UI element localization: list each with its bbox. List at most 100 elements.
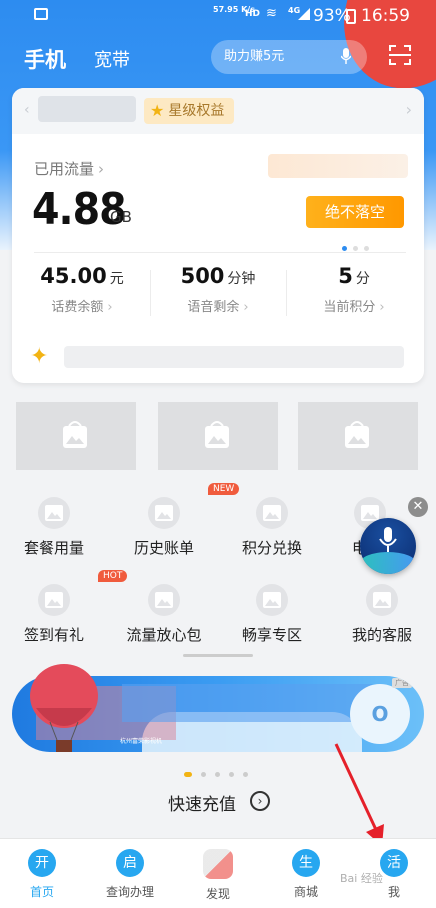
stat-value: 500 — [180, 264, 225, 288]
stat-label: 话费余额 — [51, 300, 104, 315]
quick-recharge-link[interactable]: 快速充值 — [168, 790, 236, 815]
chevron-right-circle-icon[interactable]: › — [250, 791, 270, 811]
tab-broadband[interactable]: 宽带 — [94, 46, 130, 72]
blurred-info — [268, 154, 408, 178]
image-placeholder-icon — [38, 497, 70, 529]
search-placeholder: 助力赚5元 — [224, 49, 285, 64]
chevron-right-icon: › — [98, 160, 105, 178]
microphone-icon[interactable] — [341, 48, 351, 64]
pager-dot — [215, 772, 220, 777]
image-placeholder-icon: NEW — [148, 483, 240, 529]
image-placeholder-icon — [345, 421, 369, 448]
clock: 16:59 — [361, 6, 410, 26]
account-card: ‹ ★ 星级权益 › 已用流量 › 4.88 GB 绝不落空 45.00 元 话费余… — [12, 88, 424, 383]
grid-package-usage[interactable]: 套餐用量 — [2, 497, 106, 558]
promo-button[interactable]: 绝不落空 — [306, 196, 404, 228]
blurred-info — [38, 96, 136, 122]
hot-air-balloon-icon — [30, 664, 98, 752]
status-bar: 57.95 K/s HD ≋ 4G 93% 16:59 — [0, 4, 436, 28]
stat-unit: 分 — [355, 271, 370, 287]
grid-label: 套餐用量 — [23, 539, 84, 557]
image-placeholder-icon: HOT — [38, 570, 128, 616]
grid-scroll-indicator — [183, 654, 253, 657]
sponsor-text: 杭州富荣影视机 — [120, 738, 163, 745]
card-topbar: ‹ ★ 星级权益 › — [12, 88, 424, 134]
grid-label: 我的客服 — [351, 626, 412, 644]
new-badge: NEW — [208, 483, 240, 495]
close-icon[interactable]: ✕ — [408, 497, 428, 517]
grid-enjoy-zone[interactable]: 畅享专区 — [220, 584, 324, 645]
annotation-arrow-icon — [334, 743, 384, 846]
gallery-icon — [34, 8, 48, 20]
grid-label: 积分兑换 — [241, 539, 302, 557]
image-placeholder-icon — [256, 584, 288, 616]
banner-placeholder[interactable] — [158, 402, 278, 470]
grid-label: 签到有礼 — [23, 626, 84, 644]
hd-indicator: HD — [245, 9, 261, 19]
grid-data-pack[interactable]: 流量放心包 — [112, 584, 216, 645]
chevron-right-icon: › — [243, 300, 249, 315]
nav-label: 发现 — [205, 887, 230, 901]
pager-dot — [353, 246, 358, 251]
stat-value: 5 — [338, 264, 353, 288]
data-used-unit: GB — [110, 208, 132, 226]
star-rights-label: 星级权益 — [168, 103, 225, 119]
data-used-label[interactable]: 已用流量 › — [34, 158, 104, 179]
ad-tag: 广告 — [392, 678, 412, 688]
announcement-icon: ✦ — [30, 344, 49, 369]
search-input[interactable]: 助力赚5元 — [211, 40, 367, 74]
battery-icon — [346, 9, 356, 24]
grid-points-exchange[interactable]: 积分兑换 — [220, 497, 324, 558]
blurred-info — [122, 684, 372, 722]
nav-discover[interactable]: 发现 — [178, 849, 258, 902]
pager-dot — [201, 772, 206, 777]
tab-phone[interactable]: 手机 — [24, 44, 66, 74]
scan-icon[interactable] — [388, 44, 412, 66]
chevron-right-icon: › — [379, 300, 385, 315]
stat-voice[interactable]: 500 分钟 语音剩余 › — [150, 264, 286, 315]
chevron-right-icon[interactable]: › — [406, 100, 412, 119]
grid-checkin[interactable]: HOT 签到有礼 — [2, 570, 128, 645]
data-used-text: 已用流量 — [34, 160, 95, 178]
divider — [34, 252, 406, 253]
image-placeholder-icon — [63, 421, 87, 448]
star-rights-badge[interactable]: ★ 星级权益 — [144, 98, 235, 124]
star-icon: ★ — [150, 101, 165, 120]
image-placeholder-icon — [366, 584, 398, 616]
grid-label: 流量放心包 — [126, 626, 202, 644]
nav-home[interactable]: 开 首页 — [2, 849, 82, 900]
chevron-left-icon[interactable]: ‹ — [24, 102, 30, 118]
grid-bill-history[interactable]: NEW 历史账单 — [112, 483, 240, 558]
stat-unit: 分钟 — [227, 271, 256, 287]
signal-icon — [298, 8, 310, 20]
blurred-info — [64, 346, 404, 368]
image-placeholder-icon — [148, 584, 180, 616]
grid-customer-service[interactable]: 我的客服 — [330, 584, 434, 645]
pager-dot — [229, 772, 234, 777]
stat-points[interactable]: 5分 当前积分 › — [286, 264, 422, 315]
banner-placeholder[interactable] — [298, 402, 418, 470]
nav-label: 商城 — [293, 885, 318, 899]
voice-assistant-button[interactable] — [360, 518, 416, 574]
nav-label: 首页 — [29, 885, 54, 899]
promo-circle: O — [350, 684, 410, 744]
banner-placeholder[interactable] — [16, 402, 136, 470]
nav-label: 查询办理 — [105, 885, 154, 899]
grid-label: 畅享专区 — [241, 626, 302, 644]
pager-dot — [243, 772, 248, 777]
wave-decoration — [360, 552, 416, 574]
microphone-icon — [379, 527, 397, 552]
image-placeholder-icon — [256, 497, 288, 529]
home-icon: 开 — [28, 849, 56, 877]
promo-pager — [184, 762, 257, 781]
stat-balance[interactable]: 45.00 元 话费余额 › — [14, 264, 150, 315]
pager-dot — [184, 772, 192, 777]
news-ticker[interactable]: ✦ — [30, 340, 410, 372]
nav-mall[interactable]: 生 商城 — [266, 849, 346, 900]
nav-query[interactable]: 启 查询办理 — [90, 849, 170, 900]
mall-icon: 生 — [292, 849, 320, 877]
wifi-icon: ≋ — [266, 6, 277, 21]
me-icon: 活 — [380, 849, 408, 877]
query-icon: 启 — [116, 849, 144, 877]
watermark: Bai 经验 — [340, 872, 383, 885]
